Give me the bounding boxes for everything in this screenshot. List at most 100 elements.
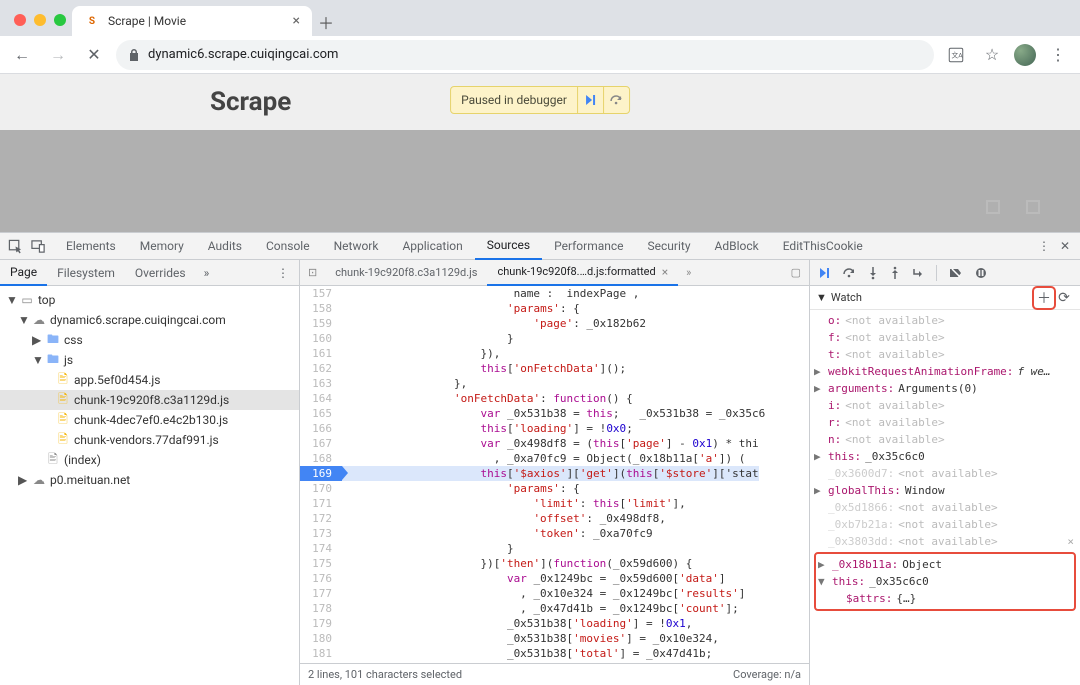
tree-file[interactable]: 🖹chunk-4dec7ef0.e4c2b130.js bbox=[0, 410, 299, 430]
devtools-tab-editthiscookie[interactable]: EditThisCookie bbox=[771, 232, 875, 260]
nav-tab-overrides[interactable]: Overrides bbox=[125, 260, 196, 286]
page-content: Scrape Paused in debugger bbox=[0, 74, 1080, 232]
debugger-controls bbox=[810, 260, 1080, 286]
devtools-close-icon[interactable]: ✕ bbox=[1060, 239, 1070, 253]
browser-toolbar: ← → ✕ dynamic6.scrape.cuiqingcai.com 文A … bbox=[0, 36, 1080, 74]
editor-status-bar: 2 lines, 101 characters selected Coverag… bbox=[300, 663, 809, 685]
add-watch-button[interactable]: ＋ bbox=[1034, 288, 1054, 308]
refresh-watch-icon[interactable]: ⟳ bbox=[1054, 288, 1074, 308]
translate-icon[interactable]: 文A bbox=[942, 41, 970, 69]
close-window-icon[interactable] bbox=[14, 14, 26, 26]
scope-row[interactable]: ▼this: _0x35c6c0 bbox=[818, 573, 1072, 590]
watch-label: Watch bbox=[831, 291, 862, 304]
scope-row[interactable]: ▶this: _0x35c6c0 bbox=[814, 448, 1076, 465]
nav-tab-page[interactable]: Page bbox=[0, 260, 47, 286]
devtools-tab-adblock[interactable]: AdBlock bbox=[703, 232, 771, 260]
devtools-menu-icon[interactable]: ⋮ bbox=[1038, 239, 1050, 253]
device-toolbar-icon[interactable] bbox=[31, 239, 46, 254]
scope-row[interactable]: ▶webkitRequestAnimationFrame: f we… bbox=[814, 363, 1076, 380]
scope-row[interactable]: f: <not available> bbox=[814, 329, 1076, 346]
file-tree[interactable]: ▼▭top ▼☁dynamic6.scrape.cuiqingcai.com ▶… bbox=[0, 286, 299, 685]
toggle-navigator-icon[interactable]: ⊡ bbox=[308, 266, 317, 279]
devtools-tab-application[interactable]: Application bbox=[390, 232, 474, 260]
source-tabs-more-icon[interactable]: » bbox=[678, 266, 699, 279]
tree-file-index[interactable]: 🖹(index) bbox=[0, 450, 299, 470]
watch-highlight-group: ▶_0x18b11a: Object▼this: _0x35c6c0$attrs… bbox=[814, 552, 1076, 611]
url-text: dynamic6.scrape.cuiqingcai.com bbox=[148, 47, 338, 62]
watch-section-header[interactable]: ▼ Watch ＋ ⟳ bbox=[810, 286, 1080, 310]
maximize-window-icon[interactable] bbox=[54, 14, 66, 26]
scope-row[interactable]: ▶arguments: Arguments(0) bbox=[814, 380, 1076, 397]
scope-row[interactable]: o: <not available> bbox=[814, 312, 1076, 329]
scope-row[interactable]: _0xb7b21a: <not available> bbox=[814, 516, 1076, 533]
code-editor[interactable]: 157 name : indexPage ,158 'params': {159… bbox=[300, 286, 809, 663]
scope-variables[interactable]: o: <not available>f: <not available>t: <… bbox=[810, 310, 1080, 685]
scope-row[interactable]: $attrs: {…} bbox=[818, 590, 1072, 607]
devtools-tab-elements[interactable]: Elements bbox=[54, 232, 128, 260]
browser-tab[interactable]: S Scrape | Movie × bbox=[72, 6, 312, 36]
devtools-tab-network[interactable]: Network bbox=[322, 232, 391, 260]
tree-origin[interactable]: ▼☁dynamic6.scrape.cuiqingcai.com bbox=[0, 310, 299, 330]
site-logo: Scrape bbox=[210, 87, 291, 117]
devtools-tab-sources[interactable]: Sources bbox=[475, 232, 542, 260]
tree-origin-other[interactable]: ▶☁p0.meituan.net bbox=[0, 470, 299, 490]
remove-watch-icon[interactable]: × bbox=[1067, 533, 1074, 550]
debugger-paused-toast: Paused in debugger bbox=[450, 86, 630, 114]
step-out-icon[interactable] bbox=[890, 266, 900, 280]
new-tab-button[interactable]: ＋ bbox=[312, 8, 340, 36]
devtools-tab-audits[interactable]: Audits bbox=[196, 232, 254, 260]
back-button[interactable]: ← bbox=[8, 41, 36, 69]
devtools-tab-performance[interactable]: Performance bbox=[542, 232, 635, 260]
scope-row[interactable]: r: <not available> bbox=[814, 414, 1076, 431]
stop-reload-button[interactable]: ✕ bbox=[80, 41, 108, 69]
nav-tab-filesystem[interactable]: Filesystem bbox=[47, 260, 125, 286]
profile-avatar[interactable] bbox=[1014, 44, 1036, 66]
step-over-icon[interactable] bbox=[842, 267, 856, 279]
step-over-button[interactable] bbox=[603, 87, 629, 113]
close-tab-icon[interactable]: × bbox=[662, 265, 668, 279]
nav-kebab-icon[interactable]: ⋮ bbox=[267, 266, 299, 280]
resume-icon[interactable] bbox=[818, 267, 830, 279]
scope-row[interactable]: ▶globalThis: Window bbox=[814, 482, 1076, 499]
devtools-tab-console[interactable]: Console bbox=[254, 232, 322, 260]
tree-folder-css[interactable]: ▶🖿css bbox=[0, 330, 299, 350]
scope-row[interactable]: _0x3803dd: <not available>× bbox=[814, 533, 1076, 550]
tree-file[interactable]: 🖹app.5ef0d454.js bbox=[0, 370, 299, 390]
expand-icon[interactable]: ▼ bbox=[816, 291, 827, 304]
tree-file[interactable]: 🖹chunk-vendors.77daf991.js bbox=[0, 430, 299, 450]
browser-menu-icon[interactable]: ⋮ bbox=[1044, 41, 1072, 69]
scope-row[interactable]: t: <not available> bbox=[814, 346, 1076, 363]
inspect-element-icon[interactable] bbox=[8, 239, 23, 254]
scope-row[interactable]: ▶_0x18b11a: Object bbox=[818, 556, 1072, 573]
scope-row[interactable]: _0x3600d7: <not available> bbox=[814, 465, 1076, 482]
tree-folder-js[interactable]: ▼🖿js bbox=[0, 350, 299, 370]
pause-on-exceptions-icon[interactable] bbox=[975, 267, 987, 279]
minimize-window-icon[interactable] bbox=[34, 14, 46, 26]
scope-row[interactable]: n: <not available> bbox=[814, 431, 1076, 448]
tab-strip: S Scrape | Movie × ＋ bbox=[0, 0, 1080, 36]
card-placeholders bbox=[986, 200, 1040, 214]
resume-button[interactable] bbox=[577, 87, 603, 113]
scope-row[interactable]: i: <not available> bbox=[814, 397, 1076, 414]
tree-file[interactable]: 🖹chunk-19c920f8.c3a1129d.js bbox=[0, 390, 299, 410]
toggle-debugger-pane-icon[interactable]: ▢ bbox=[783, 266, 809, 279]
nav-tabs-more-icon[interactable]: » bbox=[196, 266, 218, 280]
tree-frame-top[interactable]: ▼▭top bbox=[0, 290, 299, 310]
devtools-tab-memory[interactable]: Memory bbox=[128, 232, 196, 260]
step-into-icon[interactable] bbox=[868, 266, 878, 280]
paused-message: Paused in debugger bbox=[451, 93, 577, 107]
source-tab[interactable]: chunk-19c920f8.c3a1129d.js bbox=[325, 260, 487, 286]
scope-row[interactable]: _0x5d1866: <not available> bbox=[814, 499, 1076, 516]
address-bar[interactable]: dynamic6.scrape.cuiqingcai.com bbox=[116, 40, 934, 70]
selection-status: 2 lines, 101 characters selected bbox=[308, 668, 462, 681]
step-icon[interactable] bbox=[912, 267, 924, 279]
source-file-tabs: ⊡ chunk-19c920f8.c3a1129d.js chunk-19c92… bbox=[300, 260, 809, 286]
source-tab[interactable]: chunk-19c920f8.…d.js:formatted× bbox=[487, 260, 678, 286]
close-tab-icon[interactable]: × bbox=[293, 13, 300, 29]
deactivate-breakpoints-icon[interactable] bbox=[949, 267, 963, 279]
bookmark-star-icon[interactable]: ☆ bbox=[978, 41, 1006, 69]
svg-text:文A: 文A bbox=[952, 50, 964, 59]
window-controls bbox=[8, 14, 72, 36]
coverage-status: Coverage: n/a bbox=[733, 668, 801, 681]
devtools-tab-security[interactable]: Security bbox=[636, 232, 703, 260]
